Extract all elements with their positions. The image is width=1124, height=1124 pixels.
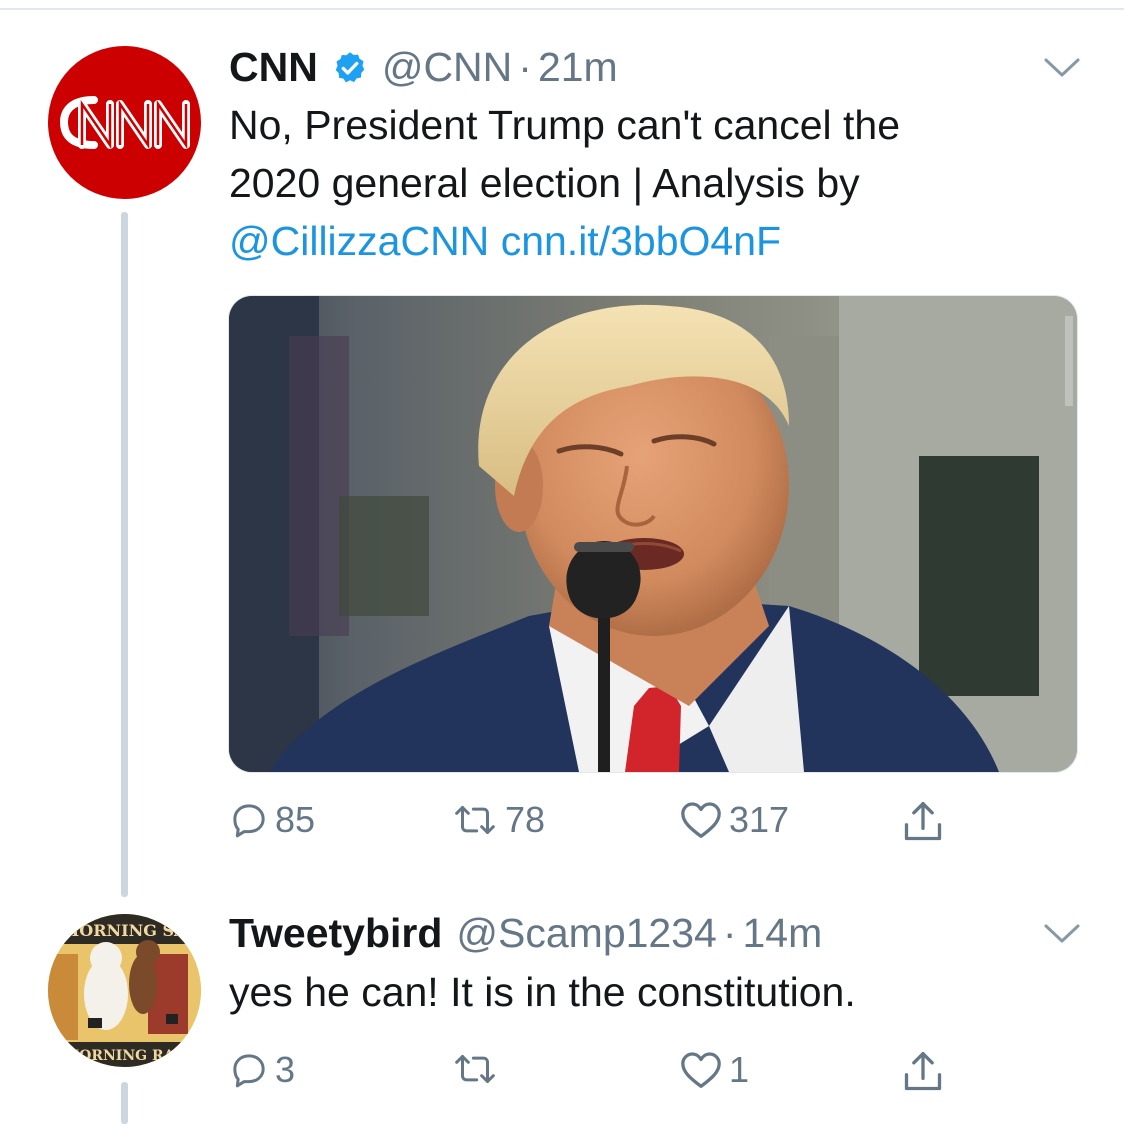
display-name[interactable]: Tweetybird bbox=[229, 910, 442, 957]
like-button[interactable]: 1 bbox=[679, 1049, 749, 1091]
display-name[interactable]: CNN bbox=[229, 44, 318, 91]
article-link[interactable]: cnn.it/3bbO4nF bbox=[501, 218, 781, 264]
chevron-down-icon[interactable] bbox=[1043, 57, 1081, 79]
like-button[interactable]: 317 bbox=[679, 799, 789, 841]
share-icon bbox=[904, 802, 942, 841]
reply-button[interactable]: 85 bbox=[229, 799, 315, 841]
avatar-tweetybird[interactable]: MORNING SA MORNING RAL bbox=[48, 914, 201, 1067]
user-handle[interactable]: @CNN bbox=[382, 44, 512, 91]
reply-count: 85 bbox=[275, 799, 316, 840]
tweet-timestamp[interactable]: 21m bbox=[538, 44, 618, 91]
share-icon bbox=[904, 1052, 942, 1091]
share-button[interactable] bbox=[901, 799, 945, 845]
mention-link[interactable]: @CillizzaCNN bbox=[229, 218, 489, 264]
tweet-header: CNN @CNN · 21m bbox=[229, 42, 618, 92]
tweet-header: Tweetybird @Scamp1234 · 14m bbox=[229, 908, 822, 958]
photo-speaker-at-microphone bbox=[229, 296, 1077, 772]
cnn-logo-icon bbox=[60, 96, 190, 150]
thread-connector-bottom bbox=[121, 1082, 128, 1124]
user-handle[interactable]: @Scamp1234 bbox=[456, 910, 716, 957]
retweet-icon bbox=[455, 806, 495, 834]
tweet-timestamp[interactable]: 14m bbox=[742, 910, 822, 957]
tweet-actions: 85 78 317 bbox=[229, 799, 989, 849]
tweet-media-image[interactable] bbox=[228, 295, 1078, 773]
tweet-text-line: No, President Trump can't cancel the bbox=[229, 102, 900, 148]
avatar-cnn[interactable] bbox=[48, 46, 201, 199]
tweet-text: No, President Trump can't cancel the 202… bbox=[229, 96, 1089, 270]
tweet-text: yes he can! It is in the constitution. bbox=[229, 963, 1089, 1021]
retweet-button[interactable]: 78 bbox=[451, 799, 545, 841]
verified-badge-icon bbox=[332, 49, 368, 85]
thread-connector bbox=[121, 212, 128, 897]
avatar-banner-bottom: MORNING RAL bbox=[64, 1048, 185, 1064]
heart-icon bbox=[681, 1052, 721, 1088]
like-count: 317 bbox=[729, 799, 790, 840]
like-count: 1 bbox=[729, 1049, 750, 1090]
tweet-text-line: 2020 general election | Analysis by bbox=[229, 160, 860, 206]
tweet-actions: 3 1 bbox=[229, 1049, 989, 1099]
avatar-banner-top: MORNING SA bbox=[62, 921, 187, 940]
separator-dot: · bbox=[722, 909, 737, 956]
reply-count: 3 bbox=[275, 1049, 296, 1090]
reply-button[interactable]: 3 bbox=[229, 1049, 295, 1091]
cartoon-avatar-image: MORNING SA MORNING RAL bbox=[48, 914, 201, 1067]
reply-icon bbox=[233, 1054, 265, 1088]
retweet-count: 78 bbox=[505, 799, 546, 840]
share-button[interactable] bbox=[901, 1049, 945, 1095]
chevron-down-icon[interactable] bbox=[1043, 923, 1081, 945]
retweet-button[interactable] bbox=[451, 1049, 505, 1089]
tweet-text-line: yes he can! It is in the constitution. bbox=[229, 969, 856, 1015]
top-divider bbox=[0, 8, 1124, 10]
separator-dot: · bbox=[518, 43, 532, 90]
reply-icon bbox=[233, 804, 265, 838]
retweet-icon bbox=[455, 1055, 495, 1083]
heart-icon bbox=[681, 802, 721, 838]
